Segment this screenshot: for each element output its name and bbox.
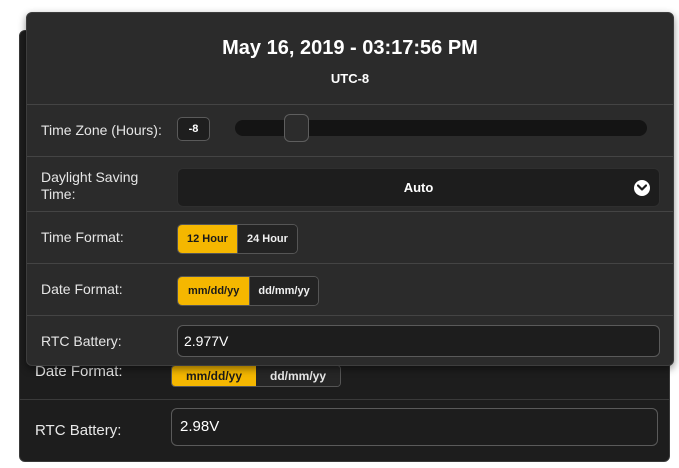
time-format-12-hour-button[interactable]: 12 Hour xyxy=(178,225,237,253)
current-datetime: May 16, 2019 - 03:17:56 PM xyxy=(222,37,478,59)
daylight-saving-select[interactable]: Auto xyxy=(177,168,660,207)
panel-header: May 16, 2019 - 03:17:56 PM UTC-8 xyxy=(27,13,673,104)
date-format-toggle: mm/dd/yy dd/mm/yy xyxy=(177,276,319,306)
background-date-format-row: Date Format: mm/dd/yy dd/mm/yy xyxy=(20,363,669,399)
date-format-label: Date Format: xyxy=(41,281,123,297)
rtc-battery-label: RTC Battery: xyxy=(41,333,122,349)
utc-offset: UTC-8 xyxy=(330,71,370,86)
daylight-saving-row: Daylight Saving Time: Auto xyxy=(27,156,673,211)
date-format-ddmmyy-button[interactable]: dd/mm/yy xyxy=(249,277,318,305)
date-format-mmddyy-button[interactable]: mm/dd/yy xyxy=(178,277,250,305)
time-settings-panel: May 16, 2019 - 03:17:56 PM UTC-8 Time Zo… xyxy=(26,12,674,366)
time-format-row: Time Format: 12 Hour 24 Hour xyxy=(27,211,673,263)
background-date-format-buttons: mm/dd/yy dd/mm/yy xyxy=(171,365,342,387)
time-zone-value: -8 xyxy=(177,117,210,141)
time-zone-row: Time Zone (Hours): -8 xyxy=(27,104,673,156)
rtc-battery-row: RTC Battery: 2.977V xyxy=(27,315,673,365)
date-format-row: Date Format: mm/dd/yy dd/mm/yy xyxy=(27,263,673,315)
daylight-saving-label: Daylight Saving Time: xyxy=(41,169,139,202)
background-rtc-battery-row: RTC Battery: 2.98V xyxy=(20,399,669,463)
background-rtc-battery-field: 2.98V xyxy=(171,408,658,446)
background-rtc-battery-label: RTC Battery: xyxy=(35,422,122,439)
time-zone-label: Time Zone (Hours): xyxy=(41,122,162,138)
time-format-label: Time Format: xyxy=(41,229,124,245)
time-zone-slider-thumb[interactable] xyxy=(284,114,309,142)
time-format-toggle: 12 Hour 24 Hour xyxy=(177,224,298,254)
background-date-format-ddmmyy: dd/mm/yy xyxy=(256,366,341,386)
background-date-format-mmddyy: mm/dd/yy xyxy=(172,366,257,386)
time-format-24-hour-button[interactable]: 24 Hour xyxy=(236,225,297,253)
daylight-saving-selected: Auto xyxy=(403,180,434,195)
chevron-down-icon xyxy=(634,180,650,196)
rtc-battery-value-field: 2.977V xyxy=(177,325,660,357)
